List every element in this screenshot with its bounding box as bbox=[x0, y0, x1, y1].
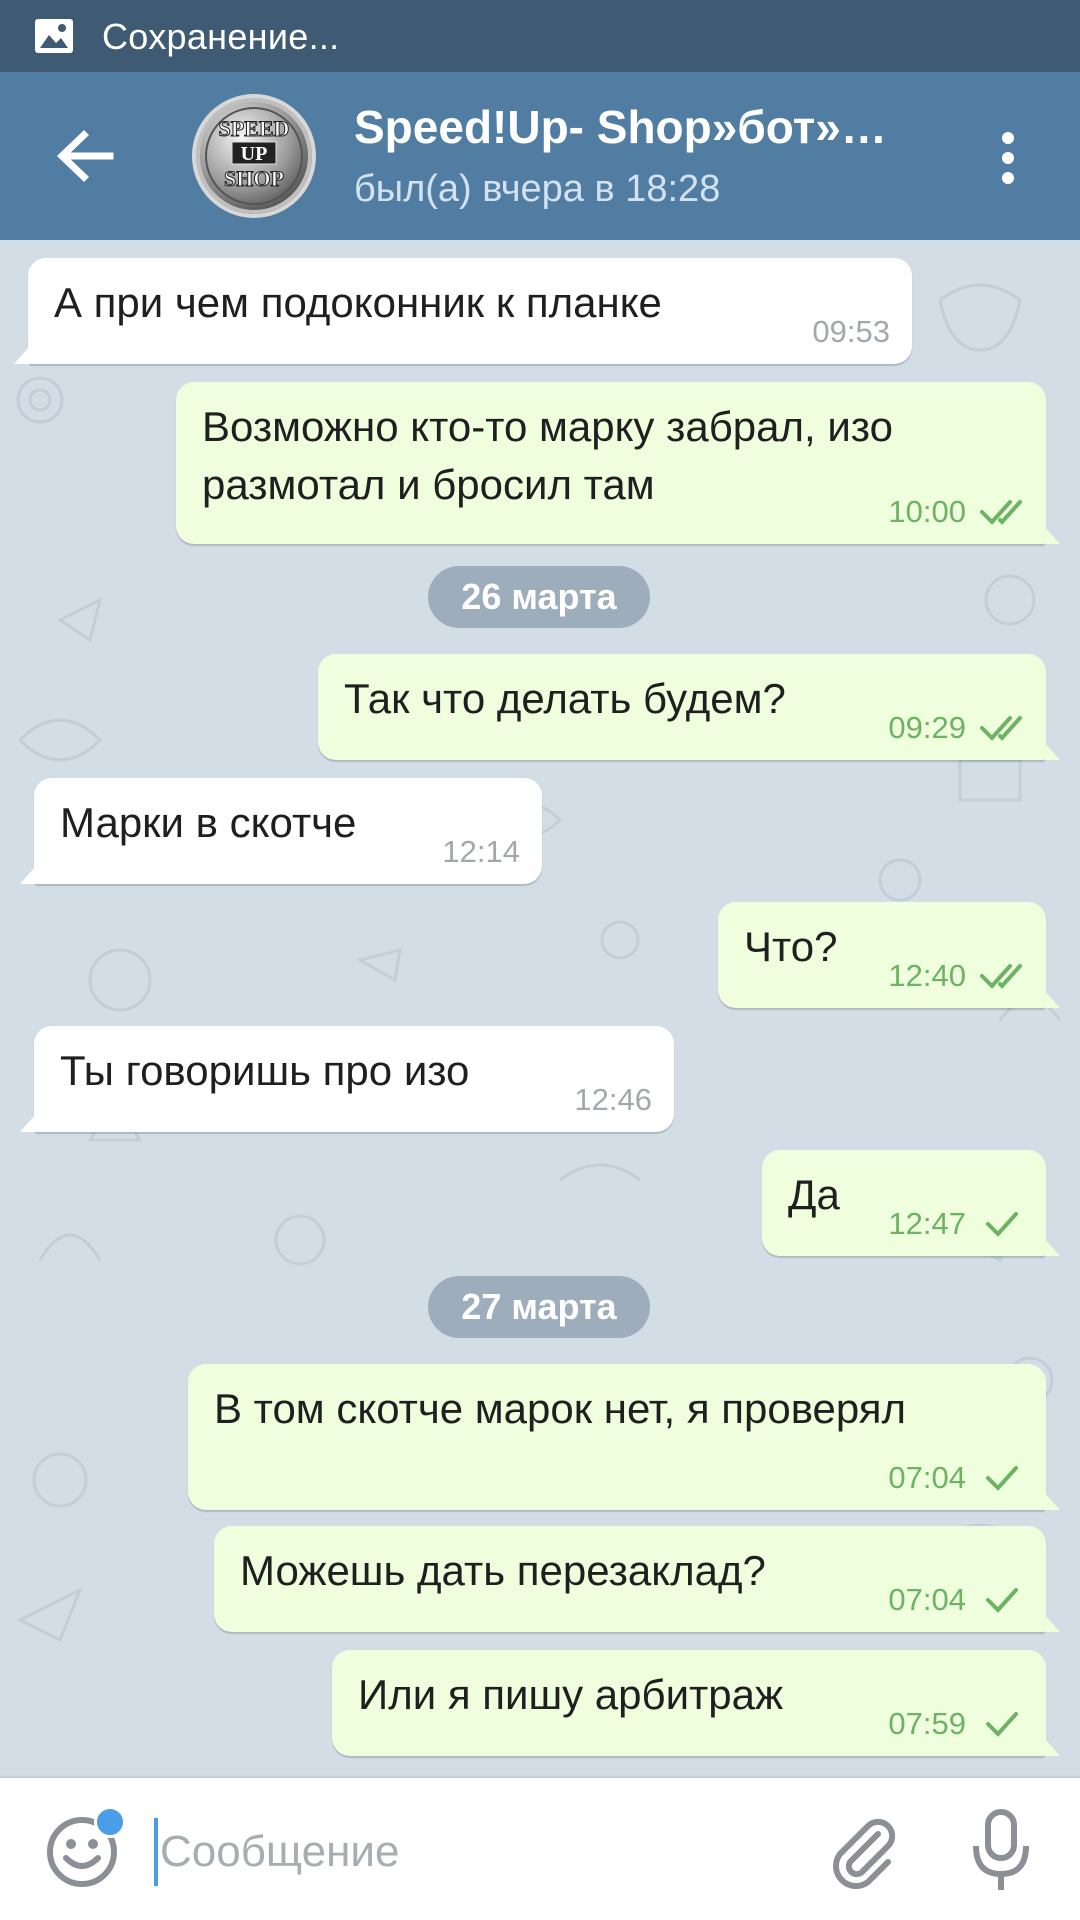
date-separator: 27 марта bbox=[428, 1276, 650, 1338]
last-seen-status: был(а) вчера в 18:28 bbox=[354, 168, 721, 210]
outgoing-message[interactable]: Или я пишу арбитраж 07:59 bbox=[332, 1650, 1060, 1756]
avatar-text-up: UP bbox=[241, 143, 268, 165]
outgoing-message[interactable]: В том скотче марок нет, я проверял 07:04 bbox=[188, 1364, 1060, 1510]
telegram-chat-screen: Сохранение... SPEED UP SHOP Speed!Up- Sh… bbox=[0, 0, 1080, 1920]
back-arrow-icon[interactable] bbox=[40, 112, 128, 200]
message-text: Да bbox=[788, 1171, 840, 1218]
outgoing-message[interactable]: Да 12:47 bbox=[762, 1150, 1060, 1256]
double-check-icon bbox=[980, 716, 1022, 741]
text-cursor bbox=[154, 1818, 158, 1886]
notification-dot bbox=[94, 1806, 126, 1838]
message-time: 10:00 bbox=[888, 494, 966, 529]
message-time: 09:29 bbox=[888, 710, 966, 745]
double-check-icon bbox=[980, 964, 1022, 989]
message-time: 12:40 bbox=[888, 958, 966, 993]
check-icon bbox=[986, 1212, 1018, 1237]
outgoing-message[interactable]: Можешь дать перезаклад? 07:04 bbox=[214, 1526, 1060, 1632]
date-separator: 26 марта bbox=[428, 566, 650, 628]
check-icon bbox=[986, 1712, 1018, 1737]
paperclip-icon[interactable] bbox=[822, 1812, 902, 1892]
more-vertical-icon[interactable] bbox=[984, 126, 1032, 190]
incoming-message[interactable]: А при чем подоконник к планке 09:53 bbox=[14, 258, 912, 364]
message-text: В том скотче марок нет, я проверял bbox=[214, 1385, 907, 1432]
outgoing-message[interactable]: Возможно кто-то марку забрал, изо размота… bbox=[176, 382, 1060, 544]
check-icon bbox=[986, 1588, 1018, 1613]
incoming-message[interactable]: Марки в скотче 12:14 bbox=[20, 778, 542, 884]
incoming-message[interactable]: Ты говоришь про изо 12:46 bbox=[20, 1026, 674, 1132]
status-text: Сохранение... bbox=[102, 16, 340, 57]
avatar-text-speed: SPEED bbox=[219, 116, 290, 141]
message-text: Марки в скотче bbox=[60, 799, 357, 846]
message-time: 07:04 bbox=[888, 1582, 966, 1617]
message-text: Или я пишу арбитраж bbox=[358, 1671, 784, 1718]
message-time: 07:59 bbox=[888, 1706, 966, 1741]
message-composer bbox=[0, 1778, 1080, 1920]
message-time: 07:04 bbox=[888, 1460, 966, 1495]
outgoing-message[interactable]: Что? 12:40 bbox=[718, 902, 1060, 1008]
avatar-text-shop: SHOP bbox=[224, 166, 284, 191]
chat-title[interactable]: Speed!Up- Shop»бот»… bbox=[354, 100, 924, 154]
double-check-icon bbox=[980, 500, 1022, 525]
check-icon bbox=[986, 1466, 1018, 1491]
image-icon bbox=[35, 19, 73, 53]
message-text: А при чем подоконник к планке bbox=[54, 279, 662, 326]
message-input[interactable] bbox=[160, 1814, 780, 1890]
message-time: 09:53 bbox=[812, 314, 890, 349]
message-text: Ты говоришь про изо bbox=[60, 1047, 470, 1094]
message-time: 12:14 bbox=[442, 834, 520, 869]
message-text: Можешь дать перезаклад? bbox=[240, 1547, 766, 1594]
chat-header: SPEED UP SHOP Speed!Up- Shop»бот»… был(а… bbox=[0, 72, 1080, 240]
status-bar: Сохранение... bbox=[0, 0, 1080, 72]
message-time: 12:47 bbox=[888, 1206, 966, 1241]
avatar[interactable]: SPEED UP SHOP bbox=[192, 94, 316, 218]
message-time: 12:46 bbox=[574, 1082, 652, 1117]
outgoing-message[interactable]: Так что делать будем? 09:29 bbox=[318, 654, 1060, 760]
microphone-icon[interactable] bbox=[966, 1808, 1036, 1894]
message-text: Что? bbox=[744, 923, 838, 970]
message-text: размотал и бросил там bbox=[202, 461, 655, 508]
message-list[interactable]: А при чем подоконник к планке 09:53 Возмож… bbox=[0, 240, 1080, 1778]
message-text: Так что делать будем? bbox=[344, 675, 786, 722]
message-text: Возможно кто-то марку забрал, изо bbox=[202, 403, 893, 450]
